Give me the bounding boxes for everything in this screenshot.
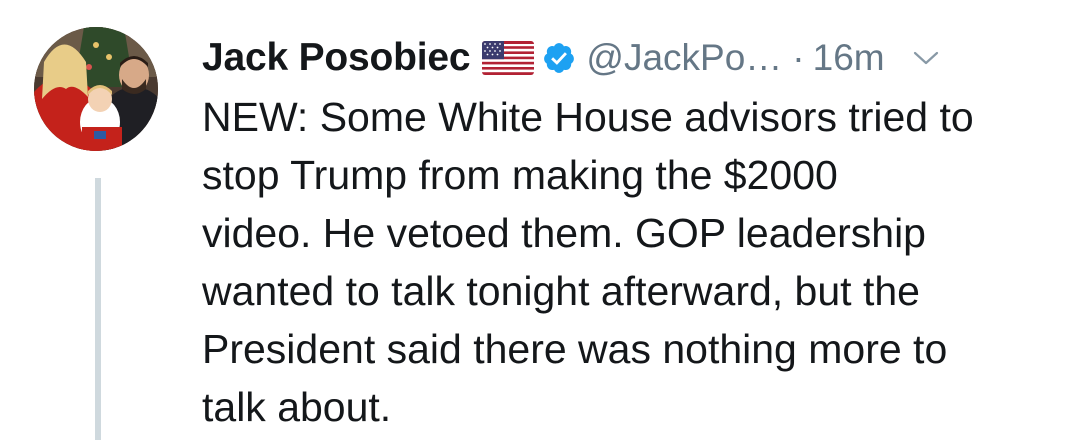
thread-line xyxy=(95,178,101,440)
tweet-header: Jack Posobiec @JackPo… · 16m xyxy=(202,30,939,86)
tweet-text-line: NEW: Some White House advisors tried to xyxy=(202,94,974,140)
tweet-text-line: wanted to talk tonight afterward, but th… xyxy=(202,268,920,314)
tweet[interactable]: Jack Posobiec @JackPo… · 16m NEW: Some W… xyxy=(0,0,1079,440)
tweet-text-line: talk about. xyxy=(202,384,392,430)
avatar-photo xyxy=(34,27,158,151)
verified-badge-icon xyxy=(542,41,576,75)
us-flag-icon xyxy=(482,41,535,75)
timestamp[interactable]: 16m xyxy=(813,37,885,79)
tweet-text-line: President said there was nothing more to xyxy=(202,326,948,372)
tweet-text: NEW: Some White House advisors tried to … xyxy=(202,88,1062,436)
tweet-text-line: video. He vetoed them. GOP leadership xyxy=(202,210,926,256)
tweet-text-line: stop Trump from making the $2000 xyxy=(202,152,838,198)
display-name[interactable]: Jack Posobiec xyxy=(202,36,471,80)
chevron-down-icon[interactable] xyxy=(913,50,939,66)
separator-dot: · xyxy=(792,37,805,78)
avatar[interactable] xyxy=(34,27,158,151)
author-handle[interactable]: @JackPo… xyxy=(586,37,782,79)
